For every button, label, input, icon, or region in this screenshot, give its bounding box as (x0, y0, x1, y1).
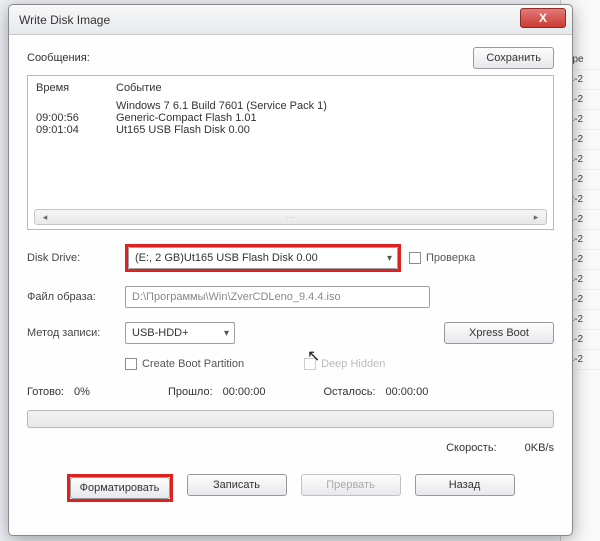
ready-value: 0% (74, 386, 90, 398)
save-button[interactable]: Сохранить (473, 47, 554, 69)
remaining-value: 00:00:00 (386, 386, 429, 398)
deep-hidden-checkbox: Deep Hidden (304, 358, 385, 370)
remaining-label: Осталось: (323, 386, 375, 398)
scroll-left-icon[interactable]: ◂ (38, 211, 52, 223)
scroll-right-icon[interactable]: ▸ (529, 211, 543, 223)
messages-label: Сообщения: (27, 52, 90, 64)
titlebar[interactable]: Write Disk Image X (9, 5, 572, 35)
close-button[interactable]: X (520, 8, 566, 28)
log-row: Windows 7 6.1 Build 7601 (Service Pack 1… (36, 100, 545, 112)
format-button[interactable]: Форматировать (70, 477, 170, 499)
speed-value: 0KB/s (525, 442, 554, 454)
checkbox-icon (409, 252, 421, 264)
scroll-track[interactable]: ⋯ (52, 213, 529, 222)
window-title: Write Disk Image (19, 13, 520, 27)
xpress-boot-button[interactable]: Xpress Boot (444, 322, 554, 344)
checkbox-icon (125, 358, 137, 370)
col-time-header: Время (36, 82, 116, 94)
log-row: 09:01:04Ut165 USB Flash Disk 0.00 (36, 124, 545, 136)
progress-bar (27, 410, 554, 428)
col-event-header: Событие (116, 82, 162, 94)
ready-label: Готово: (27, 386, 64, 398)
abort-button: Прервать (301, 474, 401, 496)
write-method-label: Метод записи: (27, 327, 117, 339)
elapsed-value: 00:00:00 (223, 386, 266, 398)
elapsed-label: Прошло: (168, 386, 213, 398)
speed-label: Скорость: (446, 442, 497, 454)
file-image-label: Файл образа: (27, 291, 117, 303)
write-button[interactable]: Записать (187, 474, 287, 496)
disk-drive-select[interactable]: (E:, 2 GB)Ut165 USB Flash Disk 0.00 (128, 247, 398, 269)
log-area: Время Событие Windows 7 6.1 Build 7601 (… (27, 75, 554, 230)
verify-checkbox[interactable]: Проверка (409, 252, 475, 264)
back-button[interactable]: Назад (415, 474, 515, 496)
file-image-field[interactable]: D:\Программы\Win\ZverCDLeno_9.4.4.iso (125, 286, 430, 308)
write-disk-image-dialog: Write Disk Image X Сообщения: Сохранить … (8, 4, 573, 536)
disk-drive-label: Disk Drive: (27, 252, 117, 264)
create-boot-partition-checkbox[interactable]: Create Boot Partition (125, 358, 244, 370)
log-row: 09:00:56Generic-Compact Flash 1.01 (36, 112, 545, 124)
close-icon: X (539, 11, 547, 25)
horizontal-scrollbar[interactable]: ◂ ⋯ ▸ (34, 209, 547, 225)
checkbox-icon (304, 358, 316, 370)
write-method-select[interactable]: USB-HDD+ (125, 322, 235, 344)
